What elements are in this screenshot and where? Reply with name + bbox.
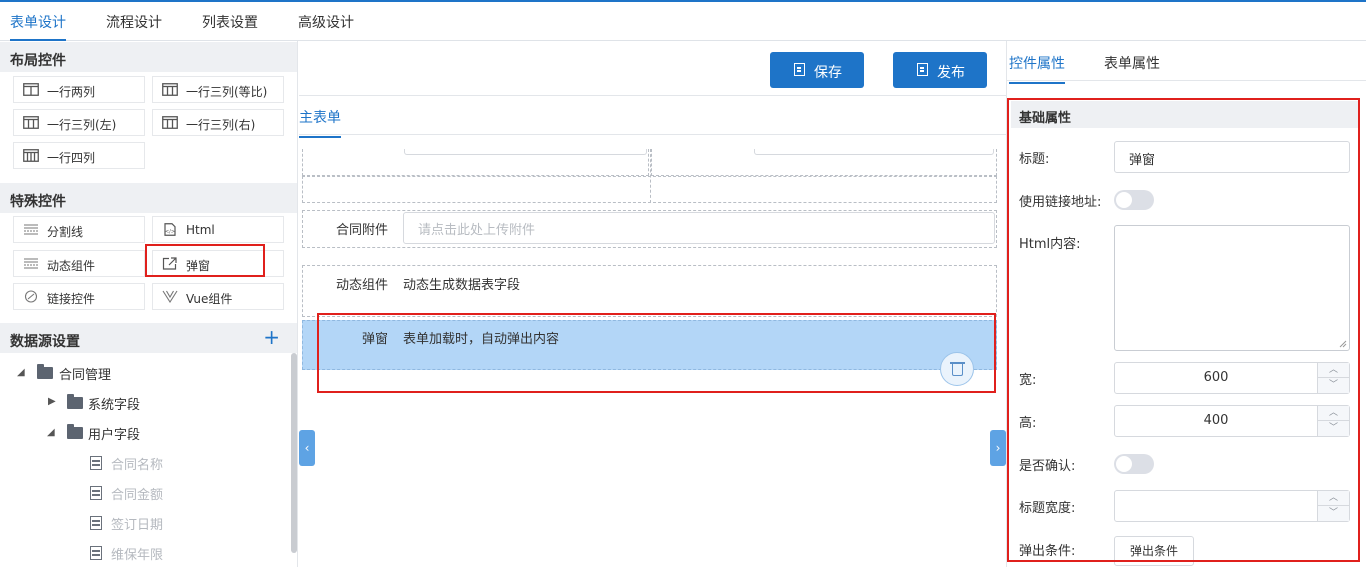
control-three-columns-right[interactable]: 一行三列(右) <box>152 109 284 136</box>
vue-icon <box>162 290 178 303</box>
input-fragment <box>754 149 994 155</box>
control-vue-component[interactable]: Vue组件 <box>152 283 284 310</box>
folder-icon <box>67 424 83 439</box>
collapse-triangle-icon[interactable]: ◢ <box>47 427 55 438</box>
input-fragment <box>404 149 647 155</box>
tab-form-properties[interactable]: 表单属性 <box>1104 53 1160 73</box>
tree-field-item[interactable]: 合同名称 <box>111 454 163 473</box>
column-divider <box>650 149 651 203</box>
save-label: 保存 <box>814 65 842 81</box>
columns-icon <box>162 116 178 129</box>
field-icon <box>90 456 102 470</box>
divider-icon <box>24 224 38 235</box>
tree-node-system-fields[interactable]: 系统字段 <box>88 394 140 413</box>
annotation-box-popup-control <box>145 244 265 277</box>
dynamic-component-value: 动态生成数据表字段 <box>403 278 521 293</box>
control-two-columns[interactable]: 一行两列 <box>13 76 145 103</box>
control-label: 一行三列(右) <box>186 118 256 132</box>
tab-flow-design[interactable]: 流程设计 <box>106 12 162 32</box>
annotation-box-properties <box>1007 98 1360 562</box>
tree-field-item[interactable]: 合同金额 <box>111 484 163 503</box>
property-tab-divider <box>1007 80 1366 81</box>
collapse-triangle-icon[interactable]: ◢ <box>17 367 25 378</box>
layout-controls-header: 布局控件 <box>0 42 297 72</box>
folder-icon <box>37 364 53 379</box>
tab-form-design[interactable]: 表单设计 <box>10 12 66 41</box>
add-datasource-button[interactable]: + <box>263 325 280 349</box>
left-scrollbar[interactable] <box>291 353 297 553</box>
dynamic-icon <box>24 258 38 269</box>
control-panel: 布局控件 一行两列 一行三列(等比) 一行三列(左) 一行三列(右) 一行四列 … <box>0 41 298 567</box>
control-three-columns-left[interactable]: 一行三列(左) <box>13 109 145 136</box>
control-label: 一行三列(左) <box>47 118 117 132</box>
columns-icon <box>23 116 39 129</box>
control-label: 一行两列 <box>47 85 96 99</box>
dynamic-component-label: 动态组件 <box>336 278 389 293</box>
control-label: 链接控件 <box>47 292 96 306</box>
columns-icon <box>23 149 39 162</box>
special-controls-header: 特殊控件 <box>0 183 297 213</box>
control-dynamic-component[interactable]: 动态组件 <box>13 250 145 277</box>
tree-node-user-fields[interactable]: 用户字段 <box>88 424 140 443</box>
tab-advanced-design[interactable]: 高级设计 <box>298 12 354 32</box>
document-icon <box>794 63 805 76</box>
property-panel: 控件属性 表单属性 基础属性 标题: 弹窗 使用链接地址: Html内容: 宽:… <box>1006 41 1366 567</box>
tab-list-settings[interactable]: 列表设置 <box>202 12 258 32</box>
collapse-right-icon[interactable]: › <box>990 430 1006 466</box>
control-three-columns-equal[interactable]: 一行三列(等比) <box>152 76 284 103</box>
control-divider[interactable]: 分割线 <box>13 216 145 243</box>
field-icon <box>90 486 102 500</box>
datasource-header: 数据源设置 + <box>0 323 297 353</box>
expand-triangle-icon[interactable]: ▶ <box>48 396 56 407</box>
publish-label: 发布 <box>937 65 965 81</box>
document-icon <box>917 63 928 76</box>
attachment-label: 合同附件 <box>336 223 389 238</box>
control-label: Html <box>186 223 215 237</box>
toolbar-divider <box>299 95 1006 96</box>
link-icon <box>24 290 38 303</box>
publish-button[interactable]: 发布 <box>893 52 987 88</box>
control-html[interactable]: </> Html <box>152 216 284 243</box>
annotation-box-popup-row <box>317 313 996 393</box>
field-icon <box>90 516 102 530</box>
control-link[interactable]: 链接控件 <box>13 283 145 310</box>
field-icon <box>90 546 102 560</box>
form-canvas: 保存 发布 主表单 合同附件 请点击此处上传附件 动态组件 动态生成数据表字段 … <box>299 41 1006 567</box>
attachment-upload-input[interactable]: 请点击此处上传附件 <box>403 212 995 244</box>
control-label: 分割线 <box>47 225 84 239</box>
save-button[interactable]: 保存 <box>770 52 864 88</box>
control-label: 一行四列 <box>47 151 96 165</box>
control-label: 一行三列(等比) <box>186 85 268 99</box>
control-four-columns[interactable]: 一行四列 <box>13 142 145 169</box>
datasource-title: 数据源设置 <box>10 334 80 350</box>
tree-node-root[interactable]: 合同管理 <box>59 364 111 383</box>
control-label: Vue组件 <box>186 292 233 306</box>
folder-icon <box>67 394 83 409</box>
columns-icon <box>162 83 178 96</box>
columns-icon <box>23 83 39 96</box>
tree-field-item[interactable]: 签订日期 <box>111 514 163 533</box>
tree-field-item[interactable]: 维保年限 <box>111 544 163 563</box>
form-tab-divider <box>299 134 1006 135</box>
top-tab-bar: 表单设计 流程设计 列表设置 高级设计 <box>0 2 1366 41</box>
collapse-left-icon[interactable]: ‹ <box>299 430 315 466</box>
svg-text:</>: </> <box>165 229 175 235</box>
html-file-icon: </> <box>164 223 176 236</box>
control-label: 动态组件 <box>47 259 96 273</box>
